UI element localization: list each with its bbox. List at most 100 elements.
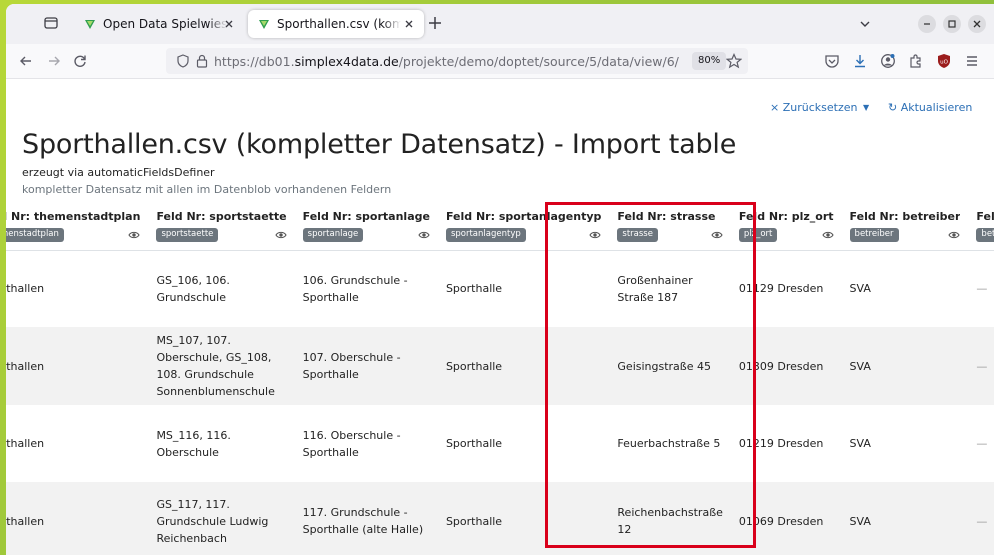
column-label: Feld Nr: sportstaette <box>156 209 287 223</box>
tab-strip: Open Data Spielwiese - Q Sporthallen.csv… <box>6 4 994 45</box>
menu-icon[interactable] <box>964 53 980 69</box>
column-header-sportanlagentyp[interactable]: Feld Nr: sportanlagentyp sportanlagentyp <box>437 200 610 251</box>
eye-icon[interactable] <box>128 230 141 240</box>
field-badge: plz_ort <box>738 227 778 242</box>
tab-sporthallen[interactable]: Sporthallen.csv (kompletter <box>248 10 424 38</box>
column-label: Feld Nr: sportanlagentyp <box>445 209 602 223</box>
shield-icon[interactable] <box>176 54 190 68</box>
table-cell: SVA <box>841 482 969 555</box>
column-label: Feld Nr: themenstadtplan <box>6 209 141 223</box>
back-arrow-icon[interactable] <box>18 53 34 69</box>
column-header-betreiber[interactable]: Feld Nr: betreiber betreiber <box>841 200 969 251</box>
data-table: Feld Nr: themenstadtplanthemenstadtplan … <box>6 200 994 555</box>
page-description: kompletter Datensatz mit allen im Datenb… <box>22 183 392 196</box>
eye-icon[interactable] <box>711 230 723 240</box>
field-badge: sportstaette <box>156 227 219 242</box>
field-badge: themenstadtplan <box>6 227 64 242</box>
table-cell: 01069 Dresden <box>730 482 842 555</box>
navigation-bar: https://db01.simplex4data.de/projekte/de… <box>6 44 994 79</box>
table-cell: GS_106, 106. Grundschule <box>148 250 295 327</box>
table-cell: SVA <box>841 250 969 327</box>
column-header-strasse[interactable]: Feld Nr: strasse strasse <box>609 200 731 251</box>
table-cell: 106. Grundschule - Sporthalle <box>294 250 438 327</box>
column-header-betreiber-tel[interactable]: Feld Nr: betreiber_tel betreiber_tel <box>968 200 994 251</box>
tab-title: Sporthallen.csv (kompletter <box>277 17 401 31</box>
url-bar[interactable]: https://db01.simplex4data.de/projekte/de… <box>166 48 748 74</box>
url-text[interactable]: https://db01.simplex4data.de/projekte/de… <box>214 54 679 69</box>
tab-overview-icon[interactable] <box>42 14 60 32</box>
table-cell: 01309 Dresden <box>730 327 842 405</box>
table-cell: SVA <box>841 327 969 405</box>
eye-icon[interactable] <box>589 230 602 240</box>
caret-down-icon[interactable]: ▼ <box>863 103 869 112</box>
account-icon[interactable] <box>880 53 896 69</box>
eye-icon[interactable] <box>418 230 430 240</box>
table-cell: Sporthalle <box>437 327 610 405</box>
table-cell: — <box>968 405 994 482</box>
close-tab-icon[interactable] <box>402 17 416 31</box>
field-badge: sportanlagentyp <box>445 227 526 242</box>
column-label: Feld Nr: plz_ort <box>738 209 834 223</box>
downloads-icon[interactable] <box>852 53 868 69</box>
field-badge: betreiber_tel <box>976 227 994 242</box>
zoom-level-button[interactable]: 80% <box>692 52 727 70</box>
url-host: simplex4data.de <box>294 54 399 69</box>
table-header-row: Feld Nr: themenstadtplanthemenstadtplan … <box>6 200 994 251</box>
url-path: /projekte/demo/doptet/source/5/data/view… <box>398 54 679 69</box>
minimize-button[interactable] <box>918 15 936 33</box>
eye-icon[interactable] <box>275 230 287 240</box>
table-row[interactable]: Sporthallen MS_116, 116. Oberschule 116.… <box>6 405 994 482</box>
column-header-sportanlage[interactable]: Feld Nr: sportanlage sportanlage <box>294 200 438 251</box>
pocket-icon[interactable] <box>824 53 840 69</box>
page-content: × Zurücksetzen ▼ ↻ Aktualisieren Sportha… <box>6 79 994 555</box>
browser-window: Open Data Spielwiese - Q Sporthallen.csv… <box>6 4 994 555</box>
column-label: Feld Nr: betreiber_tel <box>976 209 994 223</box>
new-tab-icon[interactable] <box>426 14 444 32</box>
extensions-icon[interactable] <box>908 53 924 69</box>
eye-icon[interactable] <box>948 230 961 240</box>
table-cell: Sporthallen <box>6 482 149 555</box>
column-header-themenstadtplan[interactable]: Feld Nr: themenstadtplan themenstadtplan <box>6 200 149 251</box>
table-cell: Reichenbachstraße 12 <box>609 482 731 555</box>
refresh-icon: ↻ <box>888 101 901 114</box>
table-cell: Geisingstraße 45 <box>609 327 731 405</box>
column-header-sportstaette[interactable]: Feld Nr: sportstaette sportstaette <box>148 200 295 251</box>
table-row[interactable]: Sporthallen GS_106, 106. Grundschule 106… <box>6 250 994 327</box>
table-row[interactable]: Sporthallen GS_117, 117. Grundschule Lud… <box>6 482 994 555</box>
table-row[interactable]: Sporthallen MS_107, 107. Oberschule, GS_… <box>6 327 994 405</box>
table-cell: Sporthallen <box>6 250 149 327</box>
field-badge: sportanlage <box>302 227 364 242</box>
chevron-down-icon[interactable] <box>858 17 872 31</box>
table-cell: Sporthalle <box>437 482 610 555</box>
table-cell: SVA <box>841 405 969 482</box>
table-scroll-area[interactable]: Feld Nr: themenstadtplanthemenstadtplan … <box>6 200 994 555</box>
column-label: Feld Nr: sportanlage <box>302 209 430 223</box>
refresh-label: Aktualisieren <box>900 101 973 114</box>
close-tab-icon[interactable] <box>222 17 236 31</box>
page-title: Sporthallen.csv (kompletter Datensatz) -… <box>22 129 737 160</box>
table-cell: MS_107, 107. Oberschule, GS_108, 108. Gr… <box>148 327 295 405</box>
forward-arrow-icon[interactable] <box>46 53 62 69</box>
column-label: Feld Nr: strasse <box>617 209 716 223</box>
tab-open-data-spielwiese[interactable]: Open Data Spielwiese - Q <box>74 10 244 38</box>
ublock-icon[interactable]: uO <box>936 53 952 69</box>
close-window-button[interactable] <box>968 15 986 33</box>
table-cell: 01219 Dresden <box>730 405 842 482</box>
reset-link[interactable]: × Zurücksetzen <box>770 101 857 114</box>
refresh-link[interactable]: ↻ Aktualisieren <box>888 101 972 114</box>
table-cell: 107. Oberschule - Sporthalle <box>294 327 438 405</box>
table-cell: — <box>968 250 994 327</box>
table-cell: 116. Oberschule - Sporthalle <box>294 405 438 482</box>
eye-icon[interactable] <box>821 230 834 240</box>
table-cell: Großenhainer Straße 187 <box>609 250 731 327</box>
tab-title: Open Data Spielwiese - Q <box>103 17 227 31</box>
svg-text:uO: uO <box>940 60 948 66</box>
table-cell: Sporthalle <box>437 250 610 327</box>
site-favicon-icon <box>85 20 95 29</box>
maximize-button[interactable] <box>943 15 961 33</box>
star-icon[interactable] <box>726 53 742 69</box>
site-favicon-icon <box>259 20 269 29</box>
column-header-plz-ort[interactable]: Feld Nr: plz_ort plz_ort <box>730 200 842 251</box>
reload-icon[interactable] <box>72 53 88 69</box>
lock-icon[interactable] <box>196 54 208 68</box>
